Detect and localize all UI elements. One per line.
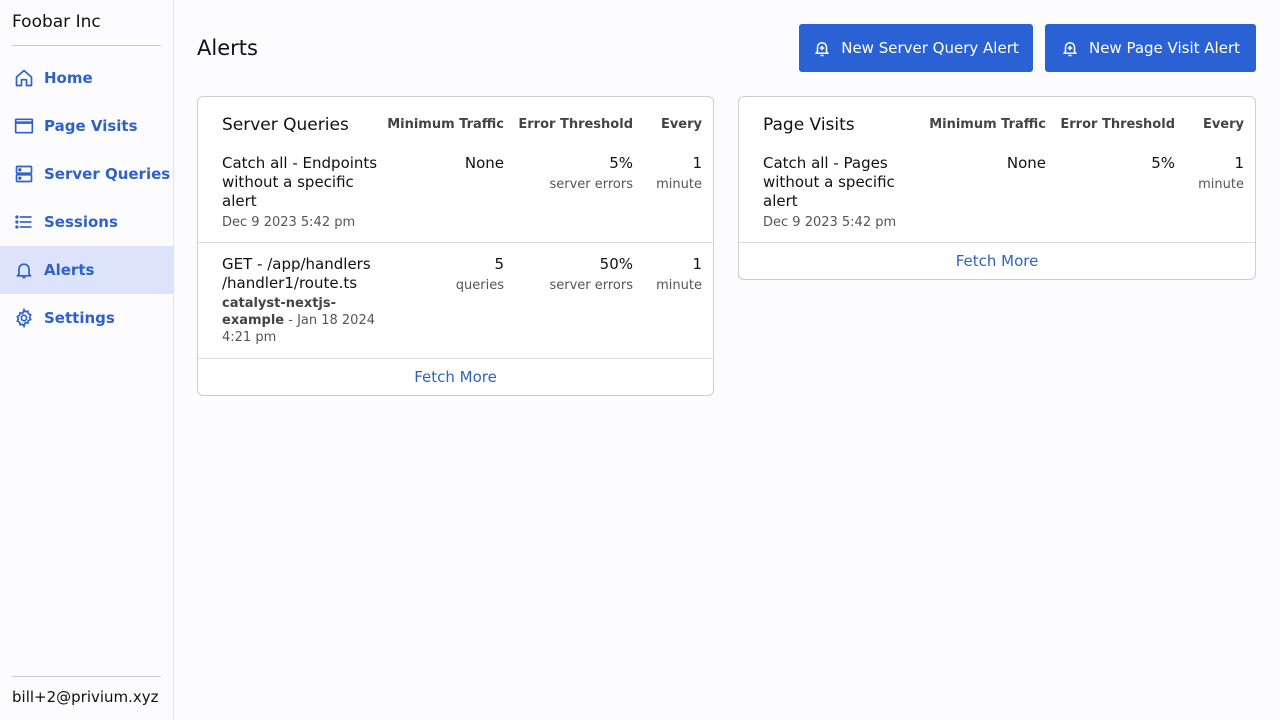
error-threshold-value: 50% (599, 255, 633, 273)
sidebar-item-page-visits[interactable]: Page Visits (0, 102, 173, 150)
server-queries-card: Server Queries Minimum Traffic Error Thr… (197, 96, 714, 396)
error-threshold-value: 5% (1151, 154, 1175, 172)
sidebar-item-label: Page Visits (44, 117, 138, 135)
page-title: Alerts (197, 36, 258, 60)
min-traffic-unit: queries (455, 278, 504, 293)
sidebar-item-label: Home (44, 69, 93, 87)
bell-plus-icon (813, 39, 831, 57)
card-title: Server Queries (222, 115, 349, 135)
sidebar-item-alerts[interactable]: Alerts (0, 246, 173, 294)
min-traffic-value: None (1006, 154, 1046, 172)
error-threshold-unit: server errors (549, 177, 633, 192)
card-header: Page Visits Minimum Traffic Error Thresh… (739, 97, 1255, 147)
every-unit: minute (656, 278, 702, 293)
column-header-every: Every (660, 117, 702, 132)
sidebar-item-label: Alerts (44, 261, 95, 279)
error-threshold-value: 5% (609, 154, 633, 172)
every-value: 1 (1234, 154, 1244, 172)
sidebar-item-sessions[interactable]: Sessions (0, 198, 173, 246)
column-header-minimum-traffic: Minimum Traffic (929, 117, 1046, 132)
sidebar: Foobar Inc Home Page Visits Server Queri… (0, 0, 174, 720)
bell-plus-icon (1061, 39, 1079, 57)
error-threshold-unit: server errors (549, 278, 633, 293)
gear-icon (14, 308, 34, 328)
column-header-error-threshold: Error Threshold (518, 117, 633, 132)
min-traffic-value: None (464, 154, 504, 172)
table-row[interactable]: GET - /app/handlers /handler1/route.ts c… (198, 243, 713, 359)
sidebar-item-settings[interactable]: Settings (0, 294, 173, 342)
table-row[interactable]: Catch all - Pages without a specific ale… (739, 147, 1255, 243)
sidebar-item-home[interactable]: Home (0, 54, 173, 102)
column-header-every: Every (1202, 117, 1244, 132)
column-header-error-threshold: Error Threshold (1060, 117, 1175, 132)
every-unit: minute (1198, 177, 1244, 192)
new-page-visit-alert-button[interactable]: New Page Visit Alert (1045, 24, 1256, 72)
browser-window-icon (14, 116, 34, 136)
new-server-query-alert-button[interactable]: New Server Query Alert (799, 24, 1033, 72)
button-label: New Page Visit Alert (1088, 39, 1240, 57)
sidebar-item-label: Server Queries (44, 165, 171, 183)
every-value: 1 (692, 154, 702, 172)
main-content: Alerts New Server Query Alert New Page V… (174, 0, 1280, 720)
sidebar-item-label: Sessions (44, 213, 118, 231)
fetch-more-button[interactable]: Fetch More (198, 359, 713, 395)
alert-date: Dec 9 2023 5:42 pm (763, 215, 897, 230)
alert-name[interactable]: GET - /app/handlers /handler1/route.ts (222, 255, 371, 293)
every-value: 1 (692, 255, 702, 273)
every-unit: minute (656, 177, 702, 192)
sidebar-item-server-queries[interactable]: Server Queries (0, 150, 173, 198)
sidebar-divider (12, 45, 161, 46)
bell-icon (14, 260, 34, 280)
list-icon (14, 212, 34, 232)
fetch-more-button[interactable]: Fetch More (739, 243, 1255, 279)
min-traffic-value: 5 (494, 255, 504, 273)
server-icon (14, 164, 34, 184)
sidebar-item-label: Settings (44, 309, 115, 327)
button-label: New Server Query Alert (841, 39, 1019, 57)
card-title: Page Visits (763, 115, 855, 135)
org-name: Foobar Inc (12, 12, 101, 32)
alert-date: Dec 9 2023 5:42 pm (222, 215, 356, 230)
sidebar-bottom-divider (12, 676, 161, 677)
alert-name[interactable]: Catch all - Endpoints without a specific… (222, 154, 377, 211)
home-icon (14, 68, 34, 88)
user-email[interactable]: bill+2@privium.xyz (12, 688, 159, 706)
column-header-minimum-traffic: Minimum Traffic (387, 117, 504, 132)
table-row[interactable]: Catch all - Endpoints without a specific… (198, 147, 713, 243)
card-header: Server Queries Minimum Traffic Error Thr… (198, 97, 713, 147)
alert-project-date: catalyst-nextjs- example - Jan 18 2024 4… (222, 296, 375, 345)
page-visits-card: Page Visits Minimum Traffic Error Thresh… (738, 96, 1256, 280)
alert-name[interactable]: Catch all - Pages without a specific ale… (763, 154, 895, 211)
